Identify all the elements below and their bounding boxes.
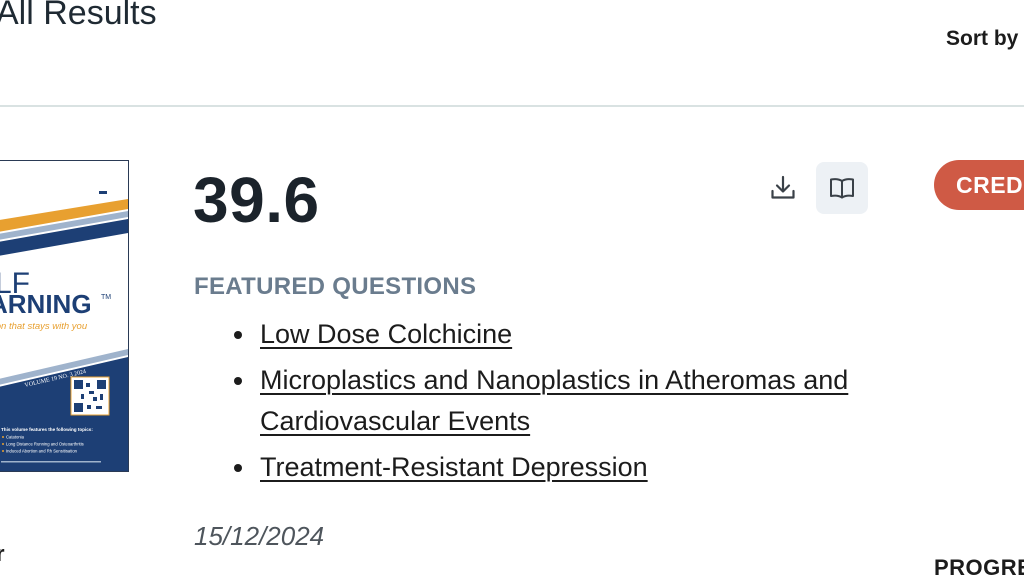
open-book-icon (830, 178, 854, 199)
featured-questions-heading: FEATURED QUESTIONS (194, 273, 477, 300)
cover-topic-bullet (2, 443, 4, 445)
list-item: Microplastics and Nanoplastics in Athero… (234, 360, 950, 442)
question-link[interactable]: Treatment-Resistant Depression (260, 452, 648, 482)
publication-date: 15/12/2024 (194, 521, 325, 551)
credit-badge: CREDI (934, 160, 1024, 210)
header-divider (0, 105, 1024, 107)
cover-topic: Long Distance Running and Osteoarthritis (6, 442, 84, 447)
cover-topics-heading: This volume features the following topic… (1, 427, 93, 432)
question-link[interactable]: Low Dose Colchicine (260, 319, 512, 349)
cover-logo-mark (99, 191, 107, 194)
cover-topic-bullet (2, 450, 4, 452)
cover-caption-fragment: r (0, 541, 5, 566)
cover-trademark: TM (101, 294, 111, 301)
results-page: All Results Sort by LF ARNING TM tion th… (0, 0, 1024, 578)
cover-topic: Catatonia (6, 435, 25, 440)
progress-label: PROGRE (934, 555, 1024, 578)
sort-by-control[interactable]: Sort by (946, 27, 1018, 51)
list-item: Low Dose Colchicine (234, 314, 950, 355)
cover-title-line2: ARNING (0, 289, 92, 319)
download-icon (771, 175, 795, 199)
publication-cover[interactable]: LF ARNING TM tion that stays with you VO… (0, 160, 129, 472)
cover-footer-rule (1, 461, 101, 463)
cover-qr-code (70, 376, 110, 416)
cover-topic: Induced Abortion and Rh Sensitisation (6, 449, 78, 454)
cover-artwork: LF ARNING TM tion that stays with you VO… (0, 161, 128, 471)
page-title: All Results (0, 0, 157, 32)
result-score: 39.6 (193, 164, 320, 236)
question-link[interactable]: Microplastics and Nanoplastics in Athero… (260, 365, 848, 436)
cover-tagline: tion that stays with you (0, 321, 88, 332)
cover-topic-bullet (2, 436, 4, 438)
featured-questions-list: Low Dose Colchicine Microplastics and Na… (194, 314, 950, 493)
list-item: Treatment-Resistant Depression (234, 447, 950, 488)
download-button[interactable] (757, 162, 809, 214)
read-button[interactable] (816, 162, 868, 214)
